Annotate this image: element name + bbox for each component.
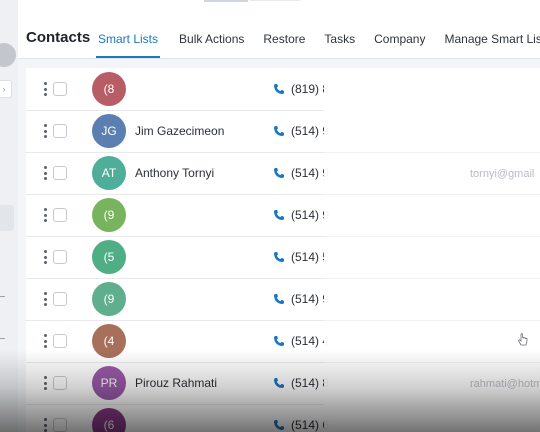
rail-divider — [0, 296, 5, 297]
avatar: (4 — [92, 324, 126, 358]
divider — [324, 362, 540, 363]
row-checkbox[interactable] — [53, 376, 67, 390]
chevron-right-icon[interactable]: › — [0, 80, 12, 98]
avatar: PR — [92, 366, 126, 400]
avatar: (5 — [92, 240, 126, 274]
phone-icon[interactable] — [273, 335, 285, 347]
row-checkbox[interactable] — [53, 292, 67, 306]
tab-manage-smart-lists[interactable]: Manage Smart Lists — [444, 32, 540, 58]
page-title: Contacts — [26, 29, 91, 46]
user-avatar[interactable] — [0, 43, 16, 67]
row-checkbox[interactable] — [53, 250, 67, 264]
sidebar-active-item[interactable] — [0, 205, 14, 231]
phone-icon[interactable] — [273, 419, 285, 431]
top-tab-indicator — [250, 0, 300, 1]
email-cell: rahmati@hotm — [470, 378, 540, 390]
contact-name[interactable]: Anthony Tornyi — [135, 166, 214, 180]
row-checkbox[interactable] — [53, 82, 67, 96]
divider — [324, 152, 540, 153]
rail-divider — [0, 338, 5, 339]
contact-name[interactable]: Jim Gazecimeon — [135, 124, 224, 138]
tab-bulk-actions[interactable]: Bulk Actions — [179, 32, 244, 58]
drag-handle-icon[interactable] — [44, 82, 47, 96]
divider — [324, 278, 540, 279]
tab-restore[interactable]: Restore — [263, 32, 305, 58]
loading-overlay: tornyi@gmail rahmati@hotm — [324, 82, 540, 432]
divider — [324, 194, 540, 195]
drag-handle-icon[interactable] — [44, 292, 47, 306]
row-checkbox[interactable] — [53, 124, 67, 138]
phone-icon[interactable] — [273, 125, 285, 137]
tab-bar: Smart Lists Bulk Actions Restore Tasks C… — [96, 32, 540, 58]
row-checkbox[interactable] — [53, 166, 67, 180]
top-tab-indicator — [204, 0, 248, 2]
phone-icon[interactable] — [273, 251, 285, 263]
avatar: JG — [92, 114, 126, 148]
drag-handle-icon[interactable] — [44, 334, 47, 348]
drag-handle-icon[interactable] — [44, 166, 47, 180]
row-checkbox[interactable] — [53, 334, 67, 348]
divider — [324, 320, 540, 321]
hand-cursor-icon — [518, 333, 528, 346]
drag-handle-icon[interactable] — [44, 208, 47, 222]
drag-handle-icon[interactable] — [44, 250, 47, 264]
tab-tasks[interactable]: Tasks — [324, 32, 355, 58]
contact-name[interactable]: Pirouz Rahmati — [135, 376, 217, 390]
left-rail: › — [0, 0, 18, 432]
divider — [324, 236, 540, 237]
avatar: (9 — [92, 198, 126, 232]
top-bar: Contacts Smart Lists Bulk Actions Restor… — [18, 0, 540, 59]
phone-icon[interactable] — [273, 377, 285, 389]
phone-icon[interactable] — [273, 167, 285, 179]
avatar: (8 — [92, 72, 126, 106]
row-checkbox[interactable] — [53, 418, 67, 432]
drag-handle-icon[interactable] — [44, 124, 47, 138]
email-cell: tornyi@gmail — [470, 168, 535, 180]
tab-company[interactable]: Company — [374, 32, 425, 58]
phone-icon[interactable] — [273, 83, 285, 95]
phone-icon[interactable] — [273, 293, 285, 305]
avatar: AT — [92, 156, 126, 190]
row-checkbox[interactable] — [53, 208, 67, 222]
tab-smart-lists[interactable]: Smart Lists — [96, 32, 161, 58]
avatar: (9 — [92, 282, 126, 316]
phone-icon[interactable] — [273, 209, 285, 221]
drag-handle-icon[interactable] — [44, 376, 47, 390]
drag-handle-icon[interactable] — [44, 418, 47, 432]
avatar: (6 — [92, 408, 126, 432]
